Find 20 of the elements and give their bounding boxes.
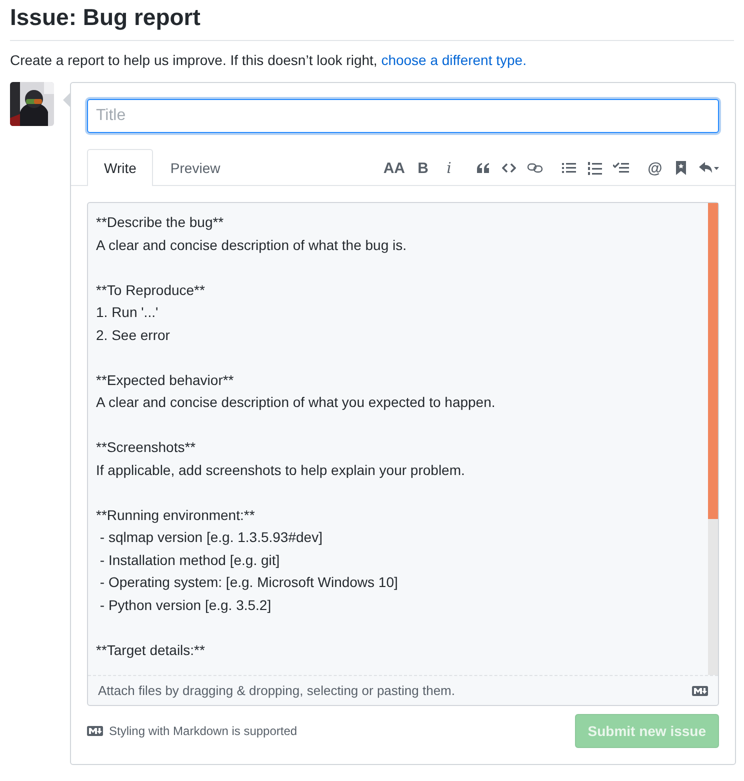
type-link[interactable]: choose a different type.: [381, 52, 526, 68]
title-field[interactable]: Title: [87, 99, 719, 133]
intro-text: Create a report to help us improve. If this doesn’t look right, choose a different type.: [10, 52, 528, 68]
markdown-icon: [87, 726, 103, 736]
format-button[interactable]: @: [647, 160, 663, 176]
page-title: Issue: Bug report: [10, 4, 734, 41]
markdown-note: Styling with Markdown is supported: [109, 724, 298, 738]
editor-tab[interactable]: Write: [87, 149, 154, 186]
quote-icon[interactable]: [475, 160, 491, 176]
comment-field[interactable]: **Describe the bug** A clear and concise description of what the bug is. **To Reproduce** 1. Run '...' 2. See error **Expected behavior** A clear and concise description of what you expected to happen. **Screenshots** If applicable, add screenshots to help explain your problem. **Running environment:** - sqlmap version [e.g. 1.3.5.93#dev] - Installation method [e.g. git] - Operating system: [e.g. Microsoft Windows 10] - Python version [e.g. 3.5.2] **Target details:**: [88, 203, 708, 669]
markdown-icon: [692, 686, 708, 696]
attach-hint: Attach files by dragging & dropping, selecting or pasting them.: [98, 683, 455, 698]
numbered-list-icon[interactable]: [587, 160, 603, 176]
bulleted-list-icon[interactable]: [561, 160, 577, 176]
scrollbar-thumb[interactable]: [708, 203, 718, 519]
bookmark-icon[interactable]: [673, 160, 689, 176]
format-button[interactable]: B: [415, 160, 431, 176]
format-button[interactable]: i: [441, 160, 457, 176]
editor-tab[interactable]: Preview: [153, 149, 238, 186]
format-button[interactable]: AA: [383, 160, 405, 176]
